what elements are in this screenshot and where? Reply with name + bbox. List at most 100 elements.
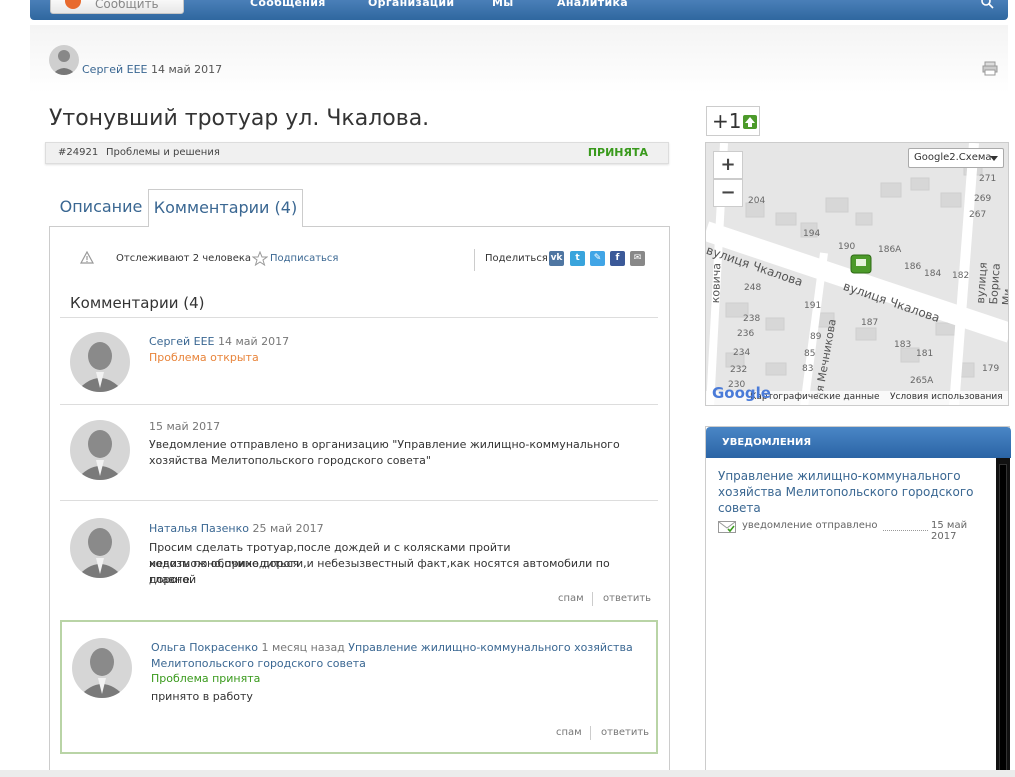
- post-category[interactable]: Проблемы и решения: [106, 143, 220, 163]
- comment-status: Проблема принята: [151, 672, 261, 685]
- chevron-down-icon: [990, 156, 998, 161]
- comment-status: Проблема открыта: [149, 351, 259, 364]
- house-number: 232: [730, 365, 748, 375]
- comment-avatar[interactable]: [72, 638, 132, 698]
- zoom-in-button[interactable]: +: [713, 151, 743, 179]
- house-number: 234: [733, 348, 751, 358]
- comment-body-line: дороге.: [149, 573, 194, 586]
- comment-avatar[interactable]: [70, 332, 130, 392]
- scrollbar[interactable]: [996, 458, 1010, 777]
- bottom-strip: [0, 770, 1015, 777]
- spam-link[interactable]: спам: [556, 727, 582, 738]
- spam-link[interactable]: спам: [558, 593, 584, 604]
- arrow-up-icon: [743, 115, 757, 129]
- comment-item: Сергей ЕЕЕ 14 май 2017 Проблема открыта: [60, 330, 658, 400]
- zoom-out-button[interactable]: −: [713, 179, 743, 207]
- post-date: 14 май 2017: [150, 63, 223, 76]
- comment-date: 15 май 2017: [149, 420, 221, 433]
- map-type-select[interactable]: Google2.Схема: [908, 148, 1004, 168]
- nav-item-about[interactable]: Мы: [492, 0, 514, 9]
- house-number: 184: [924, 269, 942, 279]
- search-icon[interactable]: [980, 0, 994, 9]
- share-label: Поделиться:: [485, 253, 552, 264]
- comment-item: 15 май 2017 Уведомление отправлено в орг…: [60, 415, 658, 495]
- comment-body-line: Уведомление отправлено в организацию "Уп…: [149, 438, 620, 451]
- comment-author[interactable]: Сергей ЕЕЕ: [149, 335, 214, 348]
- comment-organization-cont[interactable]: Мелитопольского городского совета: [151, 656, 366, 672]
- comment-body-line: ходить по обочине дороги,и небезызвестны…: [149, 557, 610, 586]
- nav-item-organizations[interactable]: Организации: [368, 0, 454, 9]
- house-number: 83: [802, 364, 814, 374]
- tab-description[interactable]: Описание: [54, 189, 148, 227]
- twitter-icon[interactable]: t: [570, 251, 585, 266]
- notifications-heading: УВЕДОМЛЕНИЯ: [706, 427, 1011, 458]
- house-number: 190: [838, 242, 856, 252]
- house-number: 186: [904, 262, 922, 272]
- comment-avatar[interactable]: [70, 420, 130, 480]
- email-share-icon[interactable]: ✉: [630, 251, 645, 266]
- house-number: 238: [743, 314, 761, 324]
- location-map[interactable]: вулиця Чкалова вулиця Чкалова ця Мечнико…: [705, 142, 1009, 406]
- house-number: 187: [861, 318, 879, 328]
- reply-link[interactable]: ответить: [601, 727, 649, 738]
- map-type-label: Google2.Схема: [914, 152, 992, 163]
- notification-organization[interactable]: Управление жилищно-коммунального хозяйст…: [718, 468, 988, 516]
- heading-divider: [60, 317, 658, 318]
- tab-comments[interactable]: Комментарии (4): [148, 189, 303, 227]
- post-id: #24921: [58, 147, 99, 158]
- status-badge: ПРИНЯТА: [587, 146, 648, 159]
- house-number: 179: [982, 364, 1000, 374]
- report-button[interactable]: Сообщить: [50, 0, 184, 14]
- star-icon[interactable]: [252, 251, 268, 266]
- scrollbar-thumb[interactable]: [999, 464, 1007, 777]
- house-number: 267: [969, 210, 987, 220]
- nav-item-messages[interactable]: Сообщения: [250, 0, 326, 9]
- author-avatar[interactable]: [49, 45, 79, 75]
- vote-label: +1: [712, 109, 742, 133]
- report-button-label: Сообщить: [95, 0, 159, 11]
- top-navbar: Сообщить Сообщения Организации Мы Аналит…: [30, 0, 1008, 20]
- comment-body-line: принято в работу: [151, 690, 253, 703]
- map-street-label: вулиця Бориса Ми: [974, 261, 1009, 306]
- house-number: 191: [804, 301, 822, 311]
- google-logo: Google: [712, 384, 771, 402]
- facebook-icon[interactable]: f: [610, 251, 625, 266]
- house-number: 181: [916, 349, 934, 359]
- page-title: Утонувший тротуар ул. Чкалова.: [49, 106, 430, 131]
- notifications-panel: УВЕДОМЛЕНИЯ Управление жилищно-коммуналь…: [705, 426, 1011, 777]
- comment-divider: [60, 500, 658, 501]
- mail-check-icon: [718, 521, 736, 533]
- logo-icon: [65, 0, 81, 9]
- comment-author[interactable]: Наталья Пазенко: [149, 522, 249, 535]
- post-author-line: Сергей ЕЕЕ 14 май 2017: [82, 63, 222, 76]
- house-number: 182: [952, 271, 970, 281]
- comment-date: 25 май 2017: [252, 522, 324, 535]
- notification-item: уведомление отправлено 15 май 2017: [718, 519, 988, 542]
- comment-author[interactable]: Ольга Покрасенко: [151, 641, 258, 654]
- map-terms-link[interactable]: Условия использования: [890, 392, 1003, 402]
- subscribe-link[interactable]: Подписаться: [270, 253, 338, 264]
- house-number: 186А: [878, 245, 902, 255]
- house-number: 269: [974, 194, 992, 204]
- vote-plus-one-button[interactable]: +1: [706, 106, 760, 136]
- comment-organization[interactable]: Управление жилищно-коммунального хозяйст…: [348, 641, 632, 654]
- comment-body-line: хозяйства Мелитопольского городского сов…: [149, 454, 431, 467]
- warning-icon[interactable]: [80, 251, 94, 265]
- house-number: 89: [810, 332, 822, 342]
- action-divider: [590, 726, 591, 740]
- comment-avatar[interactable]: [70, 518, 130, 578]
- notification-date: 15 май 2017: [931, 520, 968, 542]
- post-meta-bar: #24921 Проблемы и решения ПРИНЯТА: [45, 142, 669, 164]
- livejournal-icon[interactable]: ✎: [590, 251, 605, 266]
- map-street-label: ковича: [709, 262, 724, 304]
- house-number: 194: [803, 229, 821, 239]
- comment-divider: [60, 404, 658, 405]
- vk-icon[interactable]: vk: [549, 251, 564, 266]
- nav-item-analytics[interactable]: Аналитика: [557, 0, 628, 9]
- house-number: 265А: [910, 376, 934, 386]
- print-icon[interactable]: [982, 61, 998, 76]
- post-author[interactable]: Сергей ЕЕЕ: [82, 63, 147, 76]
- comment-date: 14 май 2017: [217, 335, 290, 348]
- house-number: 85: [804, 349, 816, 359]
- reply-link[interactable]: ответить: [603, 593, 651, 604]
